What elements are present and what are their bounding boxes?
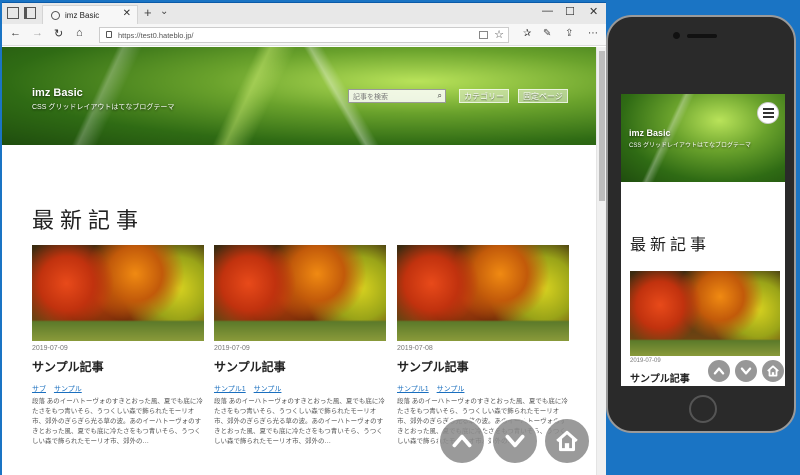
article-date: 2019-07-09 xyxy=(214,345,250,352)
article-tags: サブ サンプル xyxy=(32,384,204,394)
article-tags: サンプル1 サンプル xyxy=(214,384,386,394)
phone-scroll-up-button[interactable] xyxy=(707,359,731,383)
phone-mockup: imz Basic CSS グリッドレイアウトはてなブログテーマ 最新記事 20… xyxy=(606,15,796,433)
phone-home-key[interactable] xyxy=(689,395,717,423)
reading-view-icon[interactable] xyxy=(479,31,488,39)
phone-site-title[interactable]: imz Basic xyxy=(629,128,671,138)
chevron-down-icon[interactable]: ⌄ xyxy=(160,6,168,17)
article-card[interactable]: 2019-07-09 サンプル記事 サンプル1 サンプル 段落 あのイーハトーヴ… xyxy=(214,245,386,447)
back-arrow-icon[interactable]: ← xyxy=(10,27,21,39)
url-field[interactable]: https://test0.hateblo.jp/ ☆ xyxy=(99,27,509,43)
forward-arrow-icon[interactable]: → xyxy=(32,27,43,39)
article-thumbnail[interactable] xyxy=(397,245,569,341)
lock-icon xyxy=(106,31,112,38)
tag-link[interactable]: サンプル xyxy=(254,386,282,393)
favorites-list-icon[interactable]: ✰ xyxy=(523,28,531,39)
tag-link[interactable]: サンプル xyxy=(54,386,82,393)
phone-speaker xyxy=(687,34,717,38)
search-input[interactable]: 記事を検索 ⌕ xyxy=(348,89,446,103)
close-window-button[interactable]: ✕ xyxy=(589,5,598,18)
tag-link[interactable]: サンプル xyxy=(437,386,465,393)
article-excerpt: 段落 あのイーハトーヴォのすきとおった風、夏でも底に冷たさをもつ青いそら、うつく… xyxy=(32,398,203,445)
site-subtitle: CSS グリッドレイアウトはてなブログテーマ xyxy=(32,104,175,111)
article-tags: サンプル1 サンプル xyxy=(397,384,569,394)
article-excerpt: 段落 あのイーハトーヴォのすきとおった風、夏でも底に冷たさをもつ青いそら、うつく… xyxy=(214,398,385,445)
phone-screen: imz Basic CSS グリッドレイアウトはてなブログテーマ 最新記事 20… xyxy=(621,94,785,386)
article-title[interactable]: サンプル記事 xyxy=(397,358,569,375)
search-icon[interactable]: ⌕ xyxy=(438,91,442,101)
refresh-icon[interactable]: ↻ xyxy=(54,27,63,40)
phone-site-subtitle: CSS グリッドレイアウトはてなブログテーマ xyxy=(629,143,752,149)
phone-article-title[interactable]: サンプル記事 xyxy=(630,370,690,385)
article-date: 2019-07-08 xyxy=(397,345,433,352)
chevron-down-icon xyxy=(740,367,752,375)
header-banner: imz Basic CSS グリッドレイアウトはてなブログテーマ 記事を検索 ⌕… xyxy=(2,47,596,145)
home-icon[interactable]: ⌂ xyxy=(76,27,83,39)
chevron-up-icon xyxy=(452,434,472,448)
site-title[interactable]: imz Basic xyxy=(32,87,83,99)
scroll-up-button[interactable] xyxy=(438,417,486,465)
article-thumbnail[interactable] xyxy=(214,245,386,341)
close-tab-icon[interactable]: ✕ xyxy=(123,8,131,19)
hamburger-menu-icon[interactable] xyxy=(757,102,779,124)
phone-article-date: 2019-07-09 xyxy=(630,358,661,364)
article-date: 2019-07-09 xyxy=(32,345,68,352)
tag-link[interactable]: サンプル1 xyxy=(397,386,429,393)
section-heading: 最新記事 xyxy=(32,209,145,234)
pen-icon[interactable]: ✎ xyxy=(543,28,551,39)
article-title[interactable]: サンプル記事 xyxy=(32,358,204,375)
phone-section-heading: 最新記事 xyxy=(630,235,711,254)
nav-static-pages[interactable]: 固定ページ xyxy=(518,89,568,103)
browser-window: imz Basic ✕ + ⌄ — ☐ ✕ ← → ↻ ⌂ https://te… xyxy=(2,2,606,475)
home-icon xyxy=(556,430,578,452)
tab-bar: imz Basic ✕ + ⌄ — ☐ ✕ xyxy=(2,3,606,24)
article-card[interactable]: 2019-07-09 サンプル記事 サブ サンプル 段落 あのイーハトーヴォのす… xyxy=(32,245,204,447)
phone-header-banner: imz Basic CSS グリッドレイアウトはてなブログテーマ xyxy=(621,94,785,182)
set-aside-tabs-icon[interactable] xyxy=(24,7,36,19)
browser-tab[interactable]: imz Basic ✕ xyxy=(42,5,138,24)
chevron-down-icon xyxy=(505,434,525,448)
tag-link[interactable]: サブ xyxy=(32,386,46,393)
scroll-down-button[interactable] xyxy=(491,417,539,465)
minimize-button[interactable]: — xyxy=(542,5,553,17)
scrollbar-thumb[interactable] xyxy=(599,51,605,201)
tag-link[interactable]: サンプル1 xyxy=(214,386,246,393)
article-card[interactable]: 2019-07-08 サンプル記事 サンプル1 サンプル 段落 あのイーハトーヴ… xyxy=(397,245,569,447)
share-icon[interactable]: ⇪ xyxy=(565,28,573,39)
home-icon xyxy=(767,365,779,377)
new-tab-button[interactable]: + xyxy=(144,5,152,20)
search-placeholder: 記事を検索 xyxy=(353,94,388,101)
tab-actions-icon[interactable] xyxy=(7,7,19,19)
article-title[interactable]: サンプル記事 xyxy=(214,358,386,375)
favorite-star-icon[interactable]: ☆ xyxy=(494,28,504,41)
more-menu-icon[interactable]: ⋯ xyxy=(588,28,598,39)
phone-article-thumbnail[interactable] xyxy=(630,271,780,356)
vertical-scrollbar[interactable] xyxy=(596,47,606,475)
phone-scroll-down-button[interactable] xyxy=(734,359,758,383)
maximize-button[interactable]: ☐ xyxy=(565,5,575,18)
home-button[interactable] xyxy=(543,417,591,465)
url-text: https://test0.hateblo.jp/ xyxy=(118,31,194,40)
chevron-up-icon xyxy=(713,367,725,375)
tab-favicon-icon xyxy=(51,11,60,20)
phone-home-button[interactable] xyxy=(761,359,785,383)
phone-camera xyxy=(673,32,680,39)
address-bar: ← → ↻ ⌂ https://test0.hateblo.jp/ ☆ ✰ ✎ … xyxy=(2,24,606,46)
page-viewport: imz Basic CSS グリッドレイアウトはてなブログテーマ 記事を検索 ⌕… xyxy=(2,47,606,475)
article-thumbnail[interactable] xyxy=(32,245,204,341)
tab-title: imz Basic xyxy=(65,11,100,20)
nav-category[interactable]: カテゴリー xyxy=(459,89,509,103)
